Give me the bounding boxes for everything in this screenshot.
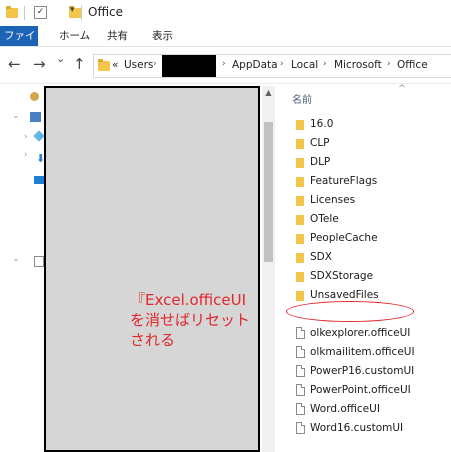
folder-icon bbox=[296, 253, 304, 263]
properties-check-icon[interactable]: ✓ bbox=[34, 6, 47, 19]
folder-icon bbox=[296, 120, 304, 130]
desktop-icon[interactable] bbox=[34, 176, 44, 184]
file-name: SDXStorage bbox=[310, 270, 374, 282]
ribbon-tabs: ファイル ホーム 共有 表示 bbox=[0, 26, 451, 62]
navigation-scrollbar[interactable]: ▲ bbox=[262, 86, 275, 452]
scroll-thumb[interactable] bbox=[264, 122, 273, 262]
folder-icon bbox=[296, 234, 304, 244]
file-name: Word.officeUI bbox=[310, 403, 380, 415]
tab-home[interactable]: ホーム bbox=[52, 26, 97, 46]
forward-arrow-icon[interactable]: → bbox=[33, 55, 46, 73]
file-name: olkexplorer.officeUI bbox=[310, 327, 411, 339]
file-list-pane: 名前 ^ 16.0 CLP DLP FeatureFlags Licenses … bbox=[280, 84, 451, 452]
breadcrumb-office[interactable]: Office bbox=[397, 59, 428, 71]
title-bar: ✓ ▾ Office bbox=[0, 0, 451, 26]
list-item-folder[interactable]: PeopleCache bbox=[296, 230, 446, 247]
folder-icon bbox=[296, 158, 304, 168]
list-item-file[interactable]: olkexplorer.officeUI bbox=[296, 325, 446, 342]
file-name: Word16.customUI bbox=[310, 422, 404, 434]
list-item-folder[interactable]: 16.0 bbox=[296, 116, 446, 133]
file-name: 16.0 bbox=[310, 118, 334, 130]
tab-share[interactable]: 共有 bbox=[100, 26, 135, 46]
list-item-folder[interactable]: DLP bbox=[296, 154, 446, 171]
folder-icon bbox=[296, 177, 304, 187]
annotation-text: 『Excel.officeUI を消せばリセット される bbox=[130, 290, 290, 350]
folder-icon bbox=[98, 59, 110, 71]
file-name: FeatureFlags bbox=[310, 175, 378, 187]
list-item-file[interactable]: Word.officeUI bbox=[296, 401, 446, 418]
list-item-file[interactable]: PowerPoint.officeUI bbox=[296, 382, 446, 399]
navigation-bar: ← → ⌄ ↑ « Users › › AppData › Local › Mi… bbox=[0, 47, 451, 84]
list-item-folder[interactable]: SDXStorage bbox=[296, 268, 446, 285]
file-name: olkmailitem.officeUI bbox=[310, 346, 415, 358]
highlight-oval bbox=[286, 301, 414, 322]
file-name: PowerP16.customUI bbox=[310, 365, 415, 377]
folder-icon bbox=[6, 6, 18, 18]
annotation-line-2: を消せばリセット bbox=[130, 311, 251, 329]
folder-icon bbox=[296, 215, 304, 225]
document-icon bbox=[296, 365, 305, 377]
list-item-folder[interactable]: SDX bbox=[296, 249, 446, 266]
sort-ascending-icon[interactable]: ^ bbox=[398, 84, 406, 94]
breadcrumb-microsoft[interactable]: Microsoft bbox=[334, 59, 382, 71]
list-item-file[interactable]: PowerP16.customUI bbox=[296, 363, 446, 380]
back-arrow-icon[interactable]: ← bbox=[8, 55, 21, 73]
3d-objects-icon[interactable] bbox=[33, 130, 45, 142]
divider bbox=[81, 6, 82, 20]
this-pc-icon[interactable] bbox=[30, 112, 41, 122]
list-item-folder[interactable]: CLP bbox=[296, 135, 446, 152]
breadcrumb-separator[interactable]: › bbox=[323, 59, 327, 69]
breadcrumb-overflow[interactable]: « bbox=[112, 59, 118, 71]
annotation-line-1: 『Excel.officeUI bbox=[130, 291, 247, 309]
folder-icon bbox=[296, 196, 304, 206]
tab-view[interactable]: 表示 bbox=[145, 26, 180, 46]
document-icon bbox=[296, 384, 305, 396]
column-header-name[interactable]: 名前 bbox=[292, 91, 312, 106]
redacted-username bbox=[162, 55, 216, 77]
file-name: DLP bbox=[310, 156, 331, 168]
divider bbox=[24, 6, 25, 20]
tab-file[interactable]: ファイル bbox=[0, 26, 38, 62]
breadcrumb-users[interactable]: Users bbox=[124, 59, 153, 71]
document-icon bbox=[296, 403, 305, 415]
redacted-navigation-tree bbox=[44, 86, 260, 452]
recent-locations-chevron-icon[interactable]: ⌄ bbox=[56, 52, 65, 65]
chevron-down-icon[interactable]: ⌄ bbox=[12, 254, 20, 264]
file-name: SDX bbox=[310, 251, 332, 263]
list-item-file[interactable]: Word16.customUI bbox=[296, 420, 446, 437]
window-title: Office bbox=[88, 5, 124, 19]
folder-icon bbox=[296, 272, 304, 282]
file-name: UnsavedFiles bbox=[310, 289, 379, 301]
folder-icon bbox=[296, 139, 304, 149]
file-name: Licenses bbox=[310, 194, 356, 206]
chevron-right-icon[interactable]: › bbox=[24, 132, 28, 142]
breadcrumb-separator[interactable]: › bbox=[387, 59, 391, 69]
document-icon bbox=[296, 327, 305, 339]
user-icon[interactable] bbox=[30, 92, 39, 101]
address-bar[interactable]: « Users › › AppData › Local › Microsoft … bbox=[93, 54, 451, 78]
up-arrow-icon[interactable]: ↑ bbox=[73, 55, 86, 73]
document-icon bbox=[296, 422, 305, 434]
breadcrumb-local[interactable]: Local bbox=[291, 59, 318, 71]
file-name: CLP bbox=[310, 137, 330, 149]
file-name: OTele bbox=[310, 213, 339, 225]
breadcrumb-appdata[interactable]: AppData bbox=[232, 59, 278, 71]
list-item-folder[interactable]: OTele bbox=[296, 211, 446, 228]
chevron-right-icon[interactable]: › bbox=[24, 150, 28, 160]
annotation-line-3: される bbox=[130, 331, 176, 349]
file-name: PowerPoint.officeUI bbox=[310, 384, 411, 396]
chevron-down-icon[interactable]: ⌄ bbox=[12, 111, 20, 121]
breadcrumb-separator[interactable]: › bbox=[222, 59, 226, 69]
drive-icon[interactable] bbox=[34, 256, 44, 267]
list-item-folder[interactable]: FeatureFlags bbox=[296, 173, 446, 190]
folder-icon bbox=[296, 291, 304, 301]
file-name: PeopleCache bbox=[310, 232, 378, 244]
breadcrumb-separator[interactable]: › bbox=[280, 59, 284, 69]
quick-access-dropdown-icon[interactable]: ▾ bbox=[70, 5, 75, 15]
document-icon bbox=[296, 346, 305, 358]
list-item-folder[interactable]: Licenses bbox=[296, 192, 446, 209]
scroll-up-icon[interactable]: ▲ bbox=[262, 86, 275, 100]
breadcrumb-separator[interactable]: › bbox=[153, 59, 157, 69]
list-item-file[interactable]: olkmailitem.officeUI bbox=[296, 344, 446, 361]
